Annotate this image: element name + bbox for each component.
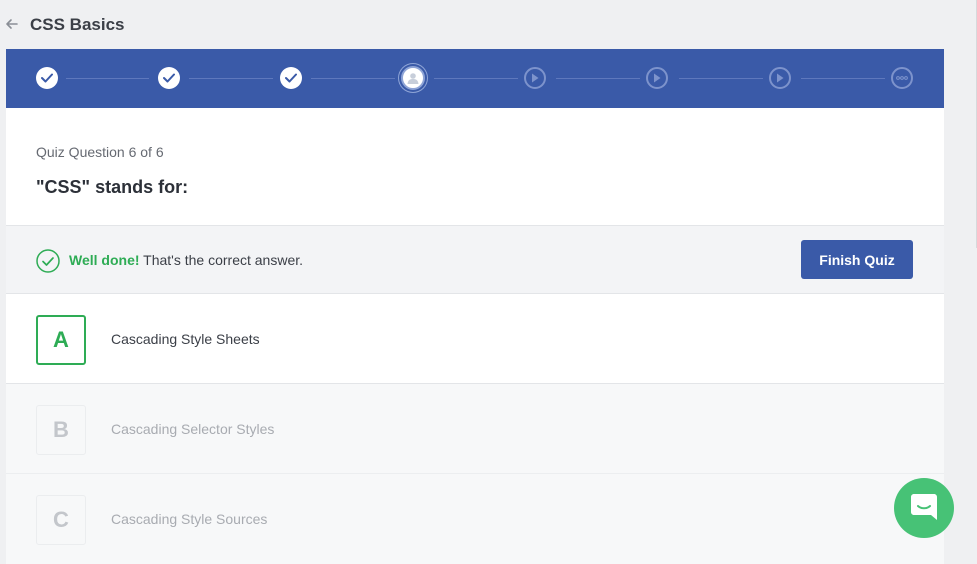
answer-letter: C (36, 495, 86, 545)
feedback-strong: Well done! (69, 252, 140, 268)
checkmark-icon (285, 73, 297, 83)
progress-connector (434, 78, 518, 79)
answer-text: Cascading Style Sources (111, 511, 268, 527)
progress-step-3[interactable] (280, 67, 302, 89)
answer-text: Cascading Selector Styles (111, 421, 275, 437)
progress-step-7[interactable] (769, 67, 791, 89)
answer-text: Cascading Style Sheets (111, 331, 260, 347)
question-counter: Quiz Question 6 of 6 (36, 144, 164, 160)
progress-step-4[interactable] (401, 66, 425, 90)
person-icon (407, 73, 419, 84)
chat-launcher-button[interactable] (894, 478, 954, 538)
chat-bubble-icon (911, 494, 937, 520)
quiz-progress-bar (6, 49, 944, 108)
progress-connector (66, 78, 149, 79)
question-card: Quiz Question 6 of 6 "CSS" stands for: (6, 108, 944, 225)
answer-letter: A (36, 315, 86, 365)
progress-connector (801, 78, 885, 79)
progress-step-1[interactable] (36, 67, 58, 89)
checkmark-icon (163, 73, 175, 83)
progress-connector (311, 78, 395, 79)
course-title[interactable]: CSS Basics (30, 15, 125, 35)
question-text: "CSS" stands for: (36, 177, 189, 197)
feedback-message: Well done! That's the correct answer. (69, 252, 303, 268)
checkmark-icon (41, 73, 53, 83)
progress-connector (556, 78, 640, 79)
progress-connector (679, 78, 763, 79)
finish-quiz-button[interactable]: Finish Quiz (801, 240, 913, 279)
feedback-detail: That's the correct answer. (143, 252, 304, 268)
progress-step-6[interactable] (646, 67, 668, 89)
play-icon (532, 73, 539, 83)
check-circle-icon (36, 249, 60, 273)
arrow-left-icon[interactable] (5, 17, 19, 31)
answer-letter: B (36, 405, 86, 455)
progress-step-2[interactable] (158, 67, 180, 89)
answer-option-a[interactable]: A Cascading Style Sheets (6, 294, 944, 384)
answer-option-b[interactable]: B Cascading Selector Styles (6, 384, 944, 474)
play-icon (777, 73, 784, 83)
progress-step-5[interactable] (524, 67, 546, 89)
answer-feedback-bar: Well done! That's the correct answer. Fi… (6, 225, 944, 294)
progress-step-8[interactable] (891, 67, 913, 89)
more-dots-icon (896, 76, 908, 80)
top-bar: CSS Basics (0, 0, 944, 49)
play-icon (654, 73, 661, 83)
answer-option-c[interactable]: C Cascading Style Sources (6, 474, 944, 564)
progress-connector (189, 78, 273, 79)
